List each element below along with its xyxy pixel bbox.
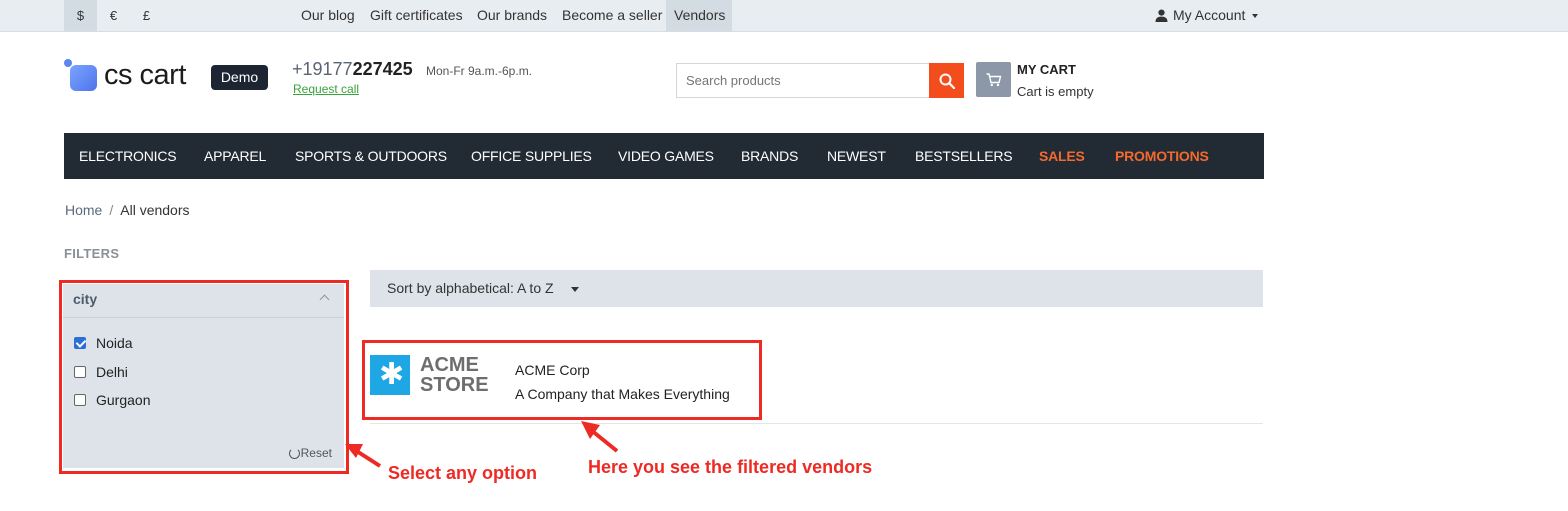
arrow-icon <box>581 421 619 453</box>
annotation-select-hint: Select any option <box>388 463 538 483</box>
annotation-result-hint: Here you see the filtered vendors <box>588 457 873 477</box>
annotation-arrows <box>345 421 619 468</box>
arrow-icon <box>345 444 382 468</box>
